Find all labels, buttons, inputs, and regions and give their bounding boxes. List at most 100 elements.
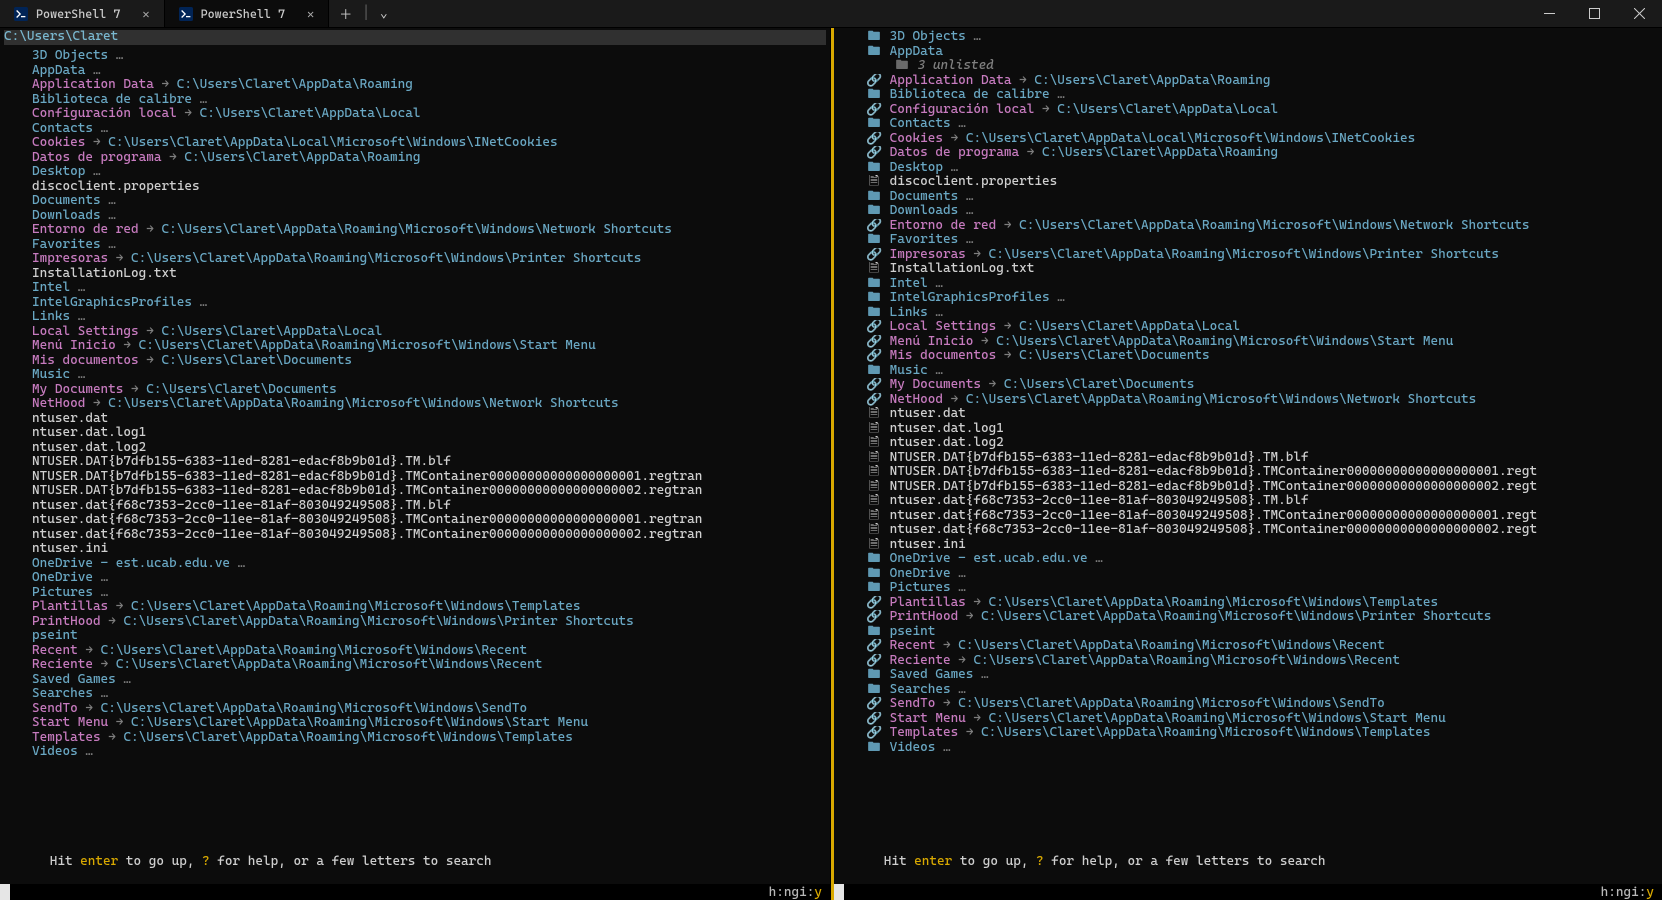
list-item[interactable]: Reciente → C:\Users\Claret\AppData\Roami… (4, 658, 826, 673)
list-item[interactable]: 🖿 Music … (838, 364, 1658, 379)
list-item[interactable]: Configuración local → C:\Users\Claret\Ap… (4, 107, 826, 122)
list-item[interactable]: discoclient.properties (4, 180, 826, 195)
close-window-button[interactable] (1617, 0, 1662, 27)
list-item[interactable]: 🔗 Recent → C:\Users\Claret\AppData\Roami… (838, 639, 1658, 654)
list-item[interactable]: 🖿 3D Objects … (838, 30, 1658, 45)
list-item[interactable]: 🔗 Start Menu → C:\Users\Claret\AppData\R… (838, 712, 1658, 727)
list-item[interactable]: 🖿 Videos … (838, 741, 1658, 756)
list-item[interactable]: ntuser.dat{f68c7353-2cc0-11ee-81af-80304… (4, 499, 826, 514)
list-item[interactable]: 🔗 My Documents → C:\Users\Claret\Documen… (838, 378, 1658, 393)
list-item[interactable]: 🗎 discoclient.properties (838, 175, 1658, 190)
search-input-right[interactable] (834, 884, 844, 900)
list-item[interactable]: ntuser.dat (4, 412, 826, 427)
list-item[interactable]: Datos de programa → C:\Users\Claret\AppD… (4, 151, 826, 166)
list-item[interactable]: 🖿 Desktop … (838, 161, 1658, 176)
close-icon[interactable]: ✕ (142, 7, 149, 21)
right-pane[interactable]: 🖿 3D Objects …🖿 AppData🖿 3 unlisted🔗 App… (831, 28, 1662, 900)
list-item[interactable]: Saved Games … (4, 673, 826, 688)
list-item[interactable]: AppData … (4, 64, 826, 79)
list-item[interactable]: 🗎 NTUSER.DAT{b7dfb155-6383-11ed-8281-eda… (838, 451, 1658, 466)
list-item[interactable]: Videos … (4, 745, 826, 760)
list-item[interactable]: 🗎 NTUSER.DAT{b7dfb155-6383-11ed-8281-eda… (838, 465, 1658, 480)
list-item[interactable]: Desktop … (4, 165, 826, 180)
list-item[interactable]: 🔗 SendTo → C:\Users\Claret\AppData\Roami… (838, 697, 1658, 712)
list-item[interactable]: Links … (4, 310, 826, 325)
left-pane[interactable]: C:\Users\Claret 3D Objects …AppData …App… (0, 28, 831, 900)
list-item[interactable]: Start Menu → C:\Users\Claret\AppData\Roa… (4, 716, 826, 731)
list-item[interactable]: 🖿 IntelGraphicsProfiles … (838, 291, 1658, 306)
list-item[interactable]: 🗎 ntuser.dat (838, 407, 1658, 422)
list-item[interactable]: 🗎 ntuser.dat{f68c7353-2cc0-11ee-81af-803… (838, 494, 1658, 509)
list-item[interactable]: OneDrive - est.ucab.edu.ve … (4, 557, 826, 572)
list-item[interactable]: Biblioteca de calibre … (4, 93, 826, 108)
list-item[interactable]: 🔗 Local Settings → C:\Users\Claret\AppDa… (838, 320, 1658, 335)
list-item[interactable]: 🗎 InstallationLog.txt (838, 262, 1658, 277)
list-item[interactable]: 🖿 Searches … (838, 683, 1658, 698)
list-item[interactable]: 🖿 Documents … (838, 190, 1658, 205)
list-item[interactable]: 🔗 Reciente → C:\Users\Claret\AppData\Roa… (838, 654, 1658, 669)
list-item[interactable]: 🗎 ntuser.ini (838, 538, 1658, 553)
list-item[interactable]: 3D Objects … (4, 49, 826, 64)
list-item[interactable]: Contacts … (4, 122, 826, 137)
list-item[interactable]: NTUSER.DAT{b7dfb155-6383-11ed-8281-edacf… (4, 455, 826, 470)
list-item[interactable]: NetHood → C:\Users\Claret\AppData\Roamin… (4, 397, 826, 412)
list-item[interactable]: Cookies → C:\Users\Claret\AppData\Local\… (4, 136, 826, 151)
list-item[interactable]: 🔗 Menú Inicio → C:\Users\Claret\AppData\… (838, 335, 1658, 350)
maximize-button[interactable] (1572, 0, 1617, 27)
list-item[interactable]: 🔗 Plantillas → C:\Users\Claret\AppData\R… (838, 596, 1658, 611)
list-item[interactable]: ntuser.dat.log1 (4, 426, 826, 441)
list-item[interactable]: Local Settings → C:\Users\Claret\AppData… (4, 325, 826, 340)
list-item[interactable]: Music … (4, 368, 826, 383)
list-item[interactable]: 🖿 Saved Games … (838, 668, 1658, 683)
list-item[interactable]: 🖿 AppData (838, 45, 1658, 60)
list-item[interactable]: ntuser.dat{f68c7353-2cc0-11ee-81af-80304… (4, 513, 826, 528)
list-item[interactable]: 🗎 ntuser.dat{f68c7353-2cc0-11ee-81af-803… (838, 509, 1658, 524)
list-item[interactable]: 🖿 Pictures … (838, 581, 1658, 596)
list-item[interactable]: Entorno de red → C:\Users\Claret\AppData… (4, 223, 826, 238)
list-item[interactable]: 🔗 Mis documentos → C:\Users\Claret\Docum… (838, 349, 1658, 364)
list-item[interactable]: NTUSER.DAT{b7dfb155-6383-11ed-8281-edacf… (4, 484, 826, 499)
list-item[interactable]: pseint (4, 629, 826, 644)
list-item[interactable]: Searches … (4, 687, 826, 702)
list-item[interactable]: Intel … (4, 281, 826, 296)
list-item[interactable]: 🖿 Downloads … (838, 204, 1658, 219)
list-item[interactable]: Mis documentos → C:\Users\Claret\Documen… (4, 354, 826, 369)
minimize-button[interactable] (1527, 0, 1572, 27)
list-item[interactable]: 🖿 Biblioteca de calibre … (838, 88, 1658, 103)
list-item[interactable]: My Documents → C:\Users\Claret\Documents (4, 383, 826, 398)
list-item[interactable]: 🖿 pseint (838, 625, 1658, 640)
list-item[interactable]: OneDrive … (4, 571, 826, 586)
new-tab-button[interactable]: ＋ (339, 4, 352, 23)
list-item[interactable]: Application Data → C:\Users\Claret\AppDa… (4, 78, 826, 93)
list-item[interactable]: Impresoras → C:\Users\Claret\AppData\Roa… (4, 252, 826, 267)
list-item[interactable]: 🖿 OneDrive - est.ucab.edu.ve … (838, 552, 1658, 567)
list-item[interactable]: 🗎 ntuser.dat.log1 (838, 422, 1658, 437)
list-item[interactable]: Recent → C:\Users\Claret\AppData\Roaming… (4, 644, 826, 659)
list-item[interactable]: Pictures … (4, 586, 826, 601)
list-item[interactable]: 🗎 NTUSER.DAT{b7dfb155-6383-11ed-8281-eda… (838, 480, 1658, 495)
list-item[interactable]: Downloads … (4, 209, 826, 224)
list-item[interactable]: 🔗 Configuración local → C:\Users\Claret\… (838, 103, 1658, 118)
list-item[interactable]: 🔗 Cookies → C:\Users\Claret\AppData\Loca… (838, 132, 1658, 147)
list-item[interactable]: ntuser.dat{f68c7353-2cc0-11ee-81af-80304… (4, 528, 826, 543)
list-item[interactable]: 🖿 Contacts … (838, 117, 1658, 132)
list-item[interactable]: Menú Inicio → C:\Users\Claret\AppData\Ro… (4, 339, 826, 354)
list-item[interactable]: 🔗 NetHood → C:\Users\Claret\AppData\Roam… (838, 393, 1658, 408)
tab-dropdown-button[interactable]: ⌄ (380, 6, 388, 21)
list-item[interactable]: IntelGraphicsProfiles … (4, 296, 826, 311)
list-item[interactable]: Templates → C:\Users\Claret\AppData\Roam… (4, 731, 826, 746)
list-item[interactable]: NTUSER.DAT{b7dfb155-6383-11ed-8281-edacf… (4, 470, 826, 485)
list-item[interactable]: 🖿 Intel … (838, 277, 1658, 292)
list-item[interactable]: 🔗 Entorno de red → C:\Users\Claret\AppDa… (838, 219, 1658, 234)
close-icon[interactable]: ✕ (307, 7, 314, 21)
list-item[interactable]: 🖿 Favorites … (838, 233, 1658, 248)
list-item[interactable]: Favorites … (4, 238, 826, 253)
list-item[interactable]: 🗎 ntuser.dat.log2 (838, 436, 1658, 451)
list-item[interactable]: 🔗 Templates → C:\Users\Claret\AppData\Ro… (838, 726, 1658, 741)
list-item[interactable]: 🖿 OneDrive … (838, 567, 1658, 582)
list-item[interactable]: 🔗 Datos de programa → C:\Users\Claret\Ap… (838, 146, 1658, 161)
list-item[interactable]: Plantillas → C:\Users\Claret\AppData\Roa… (4, 600, 826, 615)
list-item[interactable]: ntuser.dat.log2 (4, 441, 826, 456)
list-item[interactable]: 🔗 PrintHood → C:\Users\Claret\AppData\Ro… (838, 610, 1658, 625)
list-item[interactable]: ntuser.ini (4, 542, 826, 557)
